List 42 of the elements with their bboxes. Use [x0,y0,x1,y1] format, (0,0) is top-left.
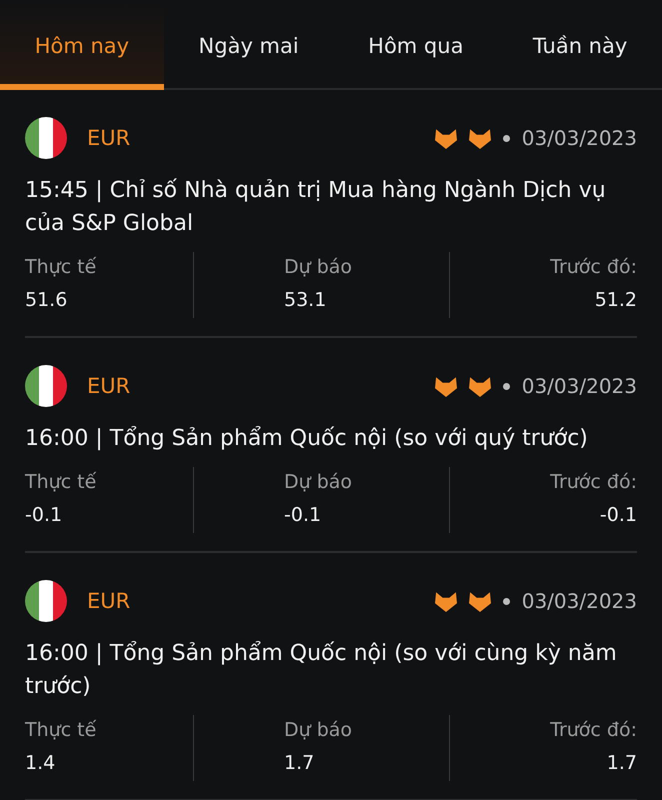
stat-label: Dự báo [284,470,354,495]
bullet-dot [502,598,510,604]
event-title: 16:00 | Tổng Sản phẩm Quốc nội (so với quý trước) [25,425,589,453]
stat-label: Dự báo [284,255,354,280]
tab[interactable]: Tuần này [498,0,662,90]
stat-label: Thực tế [25,470,98,495]
fox-head-icon [468,590,491,612]
bullet-dot [502,134,510,142]
currency-label: EUR [87,126,130,150]
stat-label: Dự báo [284,718,354,743]
tab[interactable]: Ngày mai [164,0,334,90]
flag-icon [25,580,67,622]
stat-value: -0.1 [25,503,64,528]
stat-label: Trước đó: [549,470,637,495]
stat-value: 1.7 [606,751,637,776]
stat-value: 51.2 [594,288,637,313]
event-title: 16:00 | Tổng Sản phẩm Quốc nội (so với cùng kỳ năm trước) [25,640,618,701]
flag-icon [25,117,67,159]
stat-value: -0.1 [598,503,637,528]
stat-value: 53.1 [284,288,328,313]
event-title: 15:45 | Chỉ số Nhà quản trị Mua hàng Ngành Dịch vụ của S&P Global [25,177,607,238]
stat-value: 51.6 [25,288,68,313]
stat-value: 1.7 [284,751,316,776]
stat-label: Thực tế [25,255,98,280]
date-text: 03/03/2023 [522,589,637,613]
currency-label: EUR [87,589,130,613]
stat-label: Trước đó: [549,718,637,743]
date-text: 03/03/2023 [522,374,637,398]
fox-head-icon [434,375,457,397]
stat-label: Thực tế [25,718,98,743]
stat-value: 1.4 [25,751,56,776]
flag-icon [25,365,67,407]
fox-head-icon [468,127,491,149]
fox-head-icon [434,127,457,149]
bullet-dot [502,382,510,390]
currency-label: EUR [87,374,130,398]
tab[interactable]: Hôm qua [333,0,498,90]
date-text: 03/03/2023 [522,126,637,150]
stat-label: Trước đó: [549,255,637,280]
stat-value: -0.1 [284,503,322,528]
fox-head-icon [468,375,491,397]
fox-head-icon [434,590,457,612]
